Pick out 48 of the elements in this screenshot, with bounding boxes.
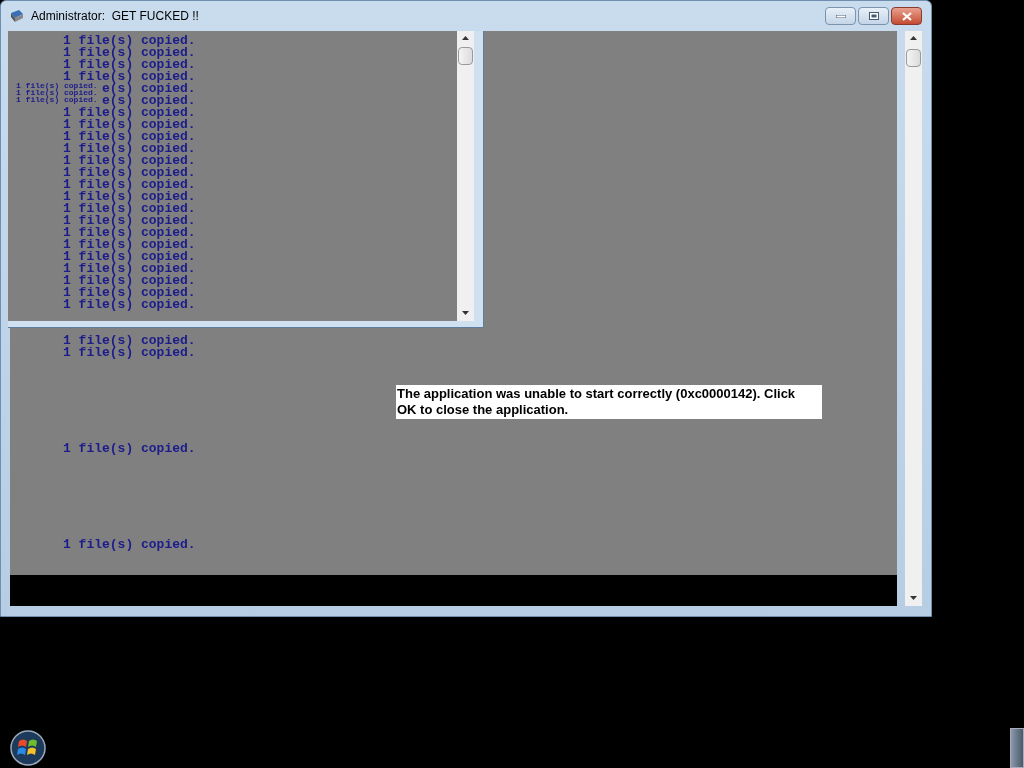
console-line: 1 file(s) copied. <box>63 191 196 203</box>
scrollbar[interactable] <box>905 31 922 606</box>
console-line: 1 file(s) copied. <box>63 215 196 227</box>
console-line: 1 file(s) copied. <box>63 287 196 299</box>
console-line: 1 file(s) copied. <box>63 539 196 551</box>
minimize-icon <box>835 14 846 18</box>
console-line: 1 file(s) copied. <box>63 335 196 347</box>
show-desktop-button[interactable] <box>1010 728 1024 768</box>
scroll-down-icon[interactable] <box>910 596 917 600</box>
close-icon <box>901 11 912 21</box>
scrollbar[interactable] <box>457 31 474 321</box>
window-title: Administrator: GET FUCKED !! <box>31 8 199 25</box>
small-console-line: 1 file(s) copied. <box>16 82 98 89</box>
console-line: 1 file(s) copied. <box>63 203 196 215</box>
console-line: 1 file(s) copied. <box>63 35 196 47</box>
console-line: 1 file(s) copied. <box>63 275 196 287</box>
scroll-up-icon[interactable] <box>910 36 917 40</box>
maximize-button[interactable] <box>858 7 889 25</box>
console-line: 1 file(s) copied. <box>63 443 196 455</box>
console-line: 1 file(s) copied. <box>63 107 196 119</box>
error-message: The application was unable to start correctly (0xc0000142). Click OK to close the application. <box>396 385 822 419</box>
console-line: 1 file(s) copied. <box>63 251 196 263</box>
small-console-line: 1 file(s) copied. <box>16 89 98 96</box>
restore-icon <box>868 12 879 20</box>
console-line: 1 file(s) copied. <box>63 71 196 83</box>
console-line: e(s) copied. <box>102 95 196 107</box>
console-line: 1 file(s) copied. <box>63 47 196 59</box>
console-line: 1 file(s) copied. <box>63 155 196 167</box>
console-line: 1 file(s) copied. <box>63 167 196 179</box>
console-line: 1 file(s) copied. <box>63 239 196 251</box>
scroll-thumb[interactable] <box>458 47 473 65</box>
console-line: 1 file(s) copied. <box>63 263 196 275</box>
console-icon <box>9 8 25 24</box>
console-line: e(s) copied. <box>102 83 196 95</box>
scroll-thumb[interactable] <box>906 49 921 67</box>
console-line: 1 file(s) copied. <box>63 227 196 239</box>
console-line: 1 file(s) copied. <box>63 119 196 131</box>
scroll-up-icon[interactable] <box>462 36 469 40</box>
console-line: 1 file(s) copied. <box>63 143 196 155</box>
console-line: 1 file(s) copied. <box>63 59 196 71</box>
console-line: 1 file(s) copied. <box>63 179 196 191</box>
console-line: 1 file(s) copied. <box>63 131 196 143</box>
small-console-line: 1 file(s) copied. <box>16 96 98 103</box>
close-button[interactable] <box>891 7 922 25</box>
start-orb-icon[interactable] <box>10 730 46 766</box>
console-line: 1 file(s) copied. <box>63 347 196 359</box>
console-line: 1 file(s) copied. <box>63 299 196 311</box>
scroll-down-icon[interactable] <box>462 311 469 315</box>
